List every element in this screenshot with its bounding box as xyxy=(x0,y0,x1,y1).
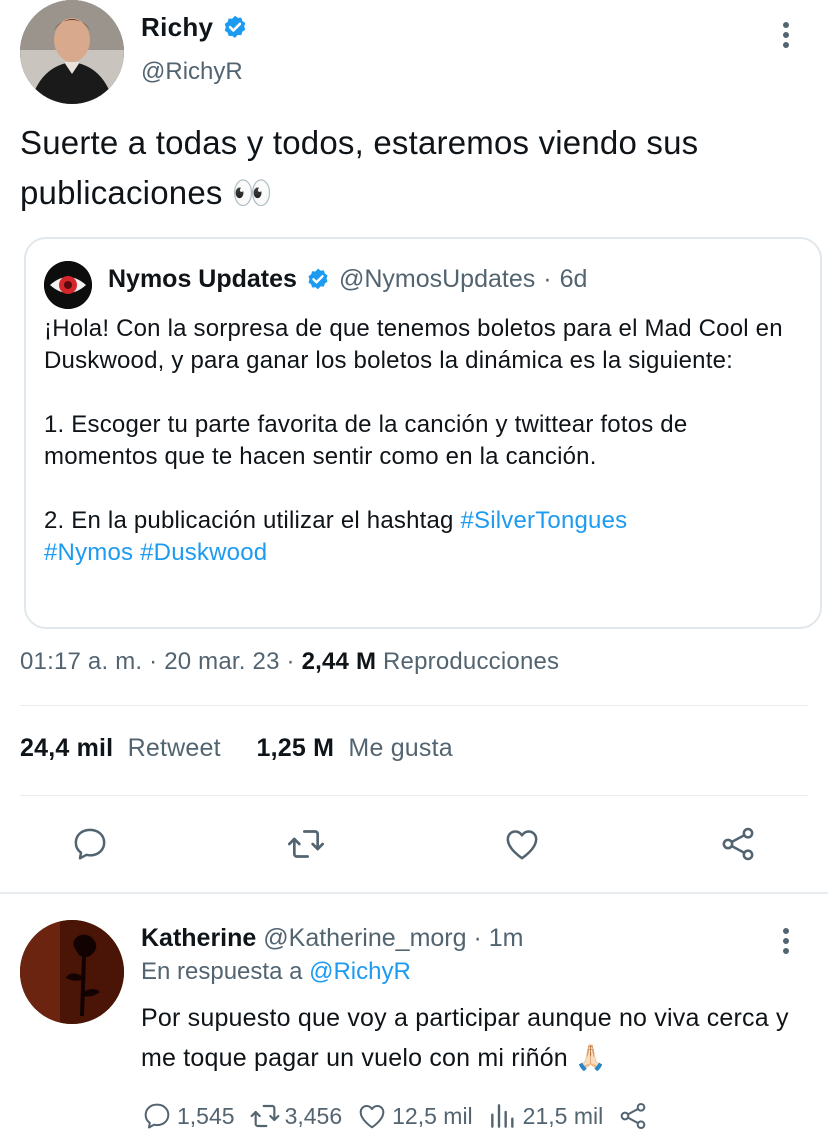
more-icon[interactable] xyxy=(772,18,800,52)
quoted-tweet[interactable]: Nymos Updates @NymosUpdates · 6d ¡Hola! … xyxy=(24,237,822,629)
reply-retweets-count: 3,456 xyxy=(284,1102,343,1129)
reply-share-button[interactable] xyxy=(617,1100,649,1132)
tweet-stats: 24,4 mil Retweet 1,25 M Me gusta xyxy=(20,734,453,763)
views-icon xyxy=(490,1104,514,1128)
tweet-date[interactable]: 20 mar. 23 xyxy=(164,648,279,675)
reply-more-icon[interactable] xyxy=(772,924,800,958)
section-separator xyxy=(0,892,828,894)
author-handle[interactable]: @RichyR xyxy=(141,58,243,86)
in-reply-mention[interactable]: @RichyR xyxy=(309,958,411,985)
tweet-meta: 01:17 a. m. · 20 mar. 23 · 2,44 M Reprod… xyxy=(20,648,559,676)
reply-age: 1m xyxy=(488,924,524,952)
reply-views-button[interactable]: 21,5 mil xyxy=(487,1100,604,1132)
reply-header: Katherine @Katherine_morg · 1m xyxy=(141,924,524,953)
hashtag-duskwood[interactable]: #Duskwood xyxy=(140,539,267,566)
quoted-paragraph-2: 1. Escoger tu parte favorita de la canci… xyxy=(44,411,688,470)
reply-like-button[interactable]: 12,5 mil xyxy=(356,1100,473,1132)
quoted-author-handle[interactable]: @NymosUpdates xyxy=(339,265,535,294)
quoted-author-name[interactable]: Nymos Updates xyxy=(108,265,297,294)
quoted-body: ¡Hola! Con la sorpresa de que tenemos bo… xyxy=(44,313,804,569)
tweet-text: Suerte a todas y todos, estaremos viendo… xyxy=(20,124,699,211)
tweet-time[interactable]: 01:17 a. m. xyxy=(20,648,142,675)
quoted-paragraph-3: 2. En la publicación utilizar el hashtag… xyxy=(44,505,804,569)
reply-icon[interactable] xyxy=(70,824,110,864)
reply-replies-count: 1,545 xyxy=(177,1102,235,1129)
reply-author-avatar[interactable] xyxy=(20,920,124,1024)
retweet-icon[interactable] xyxy=(286,824,326,864)
likes-label: Me gusta xyxy=(348,734,453,762)
separator-dot: · xyxy=(149,648,165,675)
hashtag-silvertongues[interactable]: #SilverTongues xyxy=(460,507,627,534)
reply-icon xyxy=(144,1103,170,1129)
reply-retweet-button[interactable]: 3,456 xyxy=(249,1100,343,1132)
like-icon[interactable] xyxy=(502,824,542,864)
verified-icon xyxy=(221,14,249,42)
verified-icon xyxy=(305,267,331,293)
share-icon[interactable] xyxy=(718,824,758,864)
author-name-text[interactable]: Richy xyxy=(141,12,213,43)
share-icon xyxy=(620,1103,646,1129)
quoted-age: 6d xyxy=(559,265,588,293)
likes-count: 1,25 M xyxy=(256,734,335,762)
reply-author-handle[interactable]: @Katherine_morg xyxy=(263,924,466,952)
retweets-stat[interactable]: 24,4 mil Retweet xyxy=(20,734,221,762)
separator-dot: · xyxy=(286,648,302,675)
reply-replies-button[interactable]: 1,545 xyxy=(141,1100,235,1132)
separator-dot: · xyxy=(543,265,552,293)
divider xyxy=(20,705,808,706)
retweets-label: Retweet xyxy=(127,734,221,762)
reply-views-count: 21,5 mil xyxy=(522,1102,604,1129)
quoted-paragraph-1: ¡Hola! Con la sorpresa de que tenemos bo… xyxy=(44,315,783,374)
likes-stat[interactable]: 1,25 M Me gusta xyxy=(256,734,452,762)
reply-likes-count: 12,5 mil xyxy=(392,1102,473,1129)
reply-actions: 1,545 3,456 12,5 mil 21,5 mil xyxy=(141,1100,663,1132)
quoted-header: Nymos Updates @NymosUpdates · 6d xyxy=(108,265,587,294)
views-label: Reproducciones xyxy=(383,648,560,675)
separator-dot: · xyxy=(473,924,482,952)
author-avatar[interactable] xyxy=(20,0,124,104)
reply-text: Por supuesto que voy a participar aunque… xyxy=(141,1004,789,1072)
retweet-icon xyxy=(250,1104,279,1128)
quoted-paragraph-3-text: 2. En la publicación utilizar el hashtag xyxy=(44,507,461,534)
reply-author-name[interactable]: Katherine xyxy=(141,924,256,952)
retweets-count: 24,4 mil xyxy=(20,734,114,762)
in-reply-prefix: En respuesta a xyxy=(141,958,303,985)
in-reply-to: En respuesta a @RichyR xyxy=(141,958,411,986)
quoted-author-avatar[interactable] xyxy=(44,261,92,309)
author-name[interactable]: Richy xyxy=(141,12,249,43)
like-icon xyxy=(359,1105,385,1129)
views-count: 2,44 M xyxy=(301,648,377,675)
hashtag-nymos[interactable]: #Nymos xyxy=(44,539,133,566)
divider xyxy=(20,795,808,796)
